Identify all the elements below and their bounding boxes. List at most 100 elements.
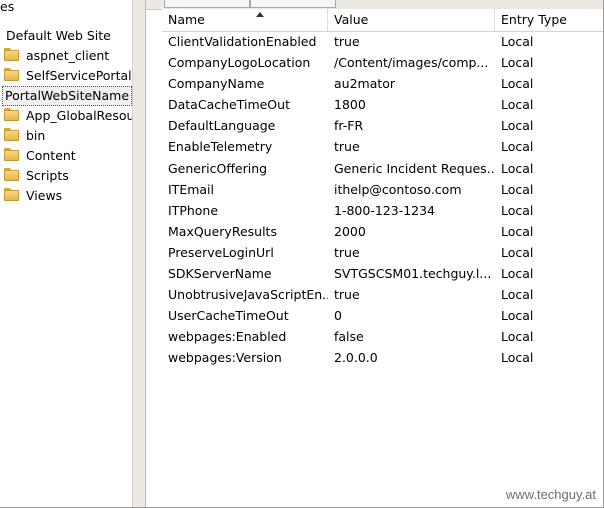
tree-item-aspnet-client[interactable]: aspnet_client <box>4 45 109 65</box>
setting-name-cell: SDKServerName <box>168 266 272 282</box>
setting-name-cell: DataCacheTimeOut <box>168 97 290 113</box>
setting-row[interactable]: ClientValidationEnabled true Local <box>162 31 604 52</box>
app-settings-list[interactable]: Name Value Entry Type ClientValidationEn… <box>146 0 604 508</box>
setting-entry-type-cell: Local <box>501 160 534 176</box>
setting-value-cell: false <box>334 329 364 345</box>
setting-row[interactable]: UnobtrusiveJavaScriptEn... true Local <box>162 284 604 305</box>
tree-item-default-web-site[interactable]: Default Web Site <box>6 25 111 45</box>
setting-value-cell: 1-800-123-1234 <box>334 202 436 218</box>
setting-entry-type-cell: Local <box>501 118 534 134</box>
setting-name-cell: DefaultLanguage <box>168 118 276 134</box>
setting-entry-type-cell: Local <box>501 350 534 366</box>
setting-entry-type-cell: Local <box>501 266 534 282</box>
setting-row[interactable]: PreserveLoginUrl true Local <box>162 242 604 263</box>
setting-row[interactable]: ITPhone 1-800-123-1234 Local <box>162 200 604 221</box>
column-header-entry-type[interactable]: Entry Type <box>495 9 604 31</box>
setting-value-cell: true <box>334 139 360 155</box>
setting-row[interactable]: CompanyLogoLocation/Content/images/comp.… <box>162 52 604 73</box>
setting-entry-type-cell: Local <box>501 287 534 303</box>
settings-rows: ClientValidationEnabled true Local CompanyL… <box>162 31 604 369</box>
setting-entry-type-cell: Local <box>501 181 534 197</box>
tree-item-label: App_GlobalResour <box>26 107 132 123</box>
tree-item-scripts[interactable]: Scripts <box>4 165 69 185</box>
setting-entry-type-cell: Local <box>501 139 534 155</box>
setting-value-cell: /Content/images/comp... <box>334 55 489 71</box>
folder-icon <box>4 148 20 161</box>
tree-item-portalwebsitename-selected[interactable]: PortalWebSiteName <box>2 86 132 106</box>
setting-value-cell: 2.0.0.0 <box>334 350 378 366</box>
setting-row[interactable]: GenericOffering Generic Incident Reques..… <box>162 158 604 179</box>
tree-item-label: Content <box>26 147 76 163</box>
setting-entry-type-cell: Local <box>501 329 534 345</box>
setting-name-cell: CompanyName <box>168 76 265 92</box>
setting-name-cell: webpages:Version <box>168 350 282 366</box>
setting-value-cell: true <box>334 287 360 303</box>
column-header-label: Name <box>168 12 205 27</box>
setting-value-cell: true <box>334 244 360 260</box>
tree-item-label: SelfServicePortal <box>26 67 132 83</box>
setting-name-cell: ITEmail <box>168 181 215 197</box>
setting-entry-type-cell: Local <box>501 202 534 218</box>
setting-entry-type-cell: Local <box>501 97 534 113</box>
column-header-label: Entry Type <box>501 12 567 27</box>
folder-icon <box>4 108 20 121</box>
site-tree[interactable]: es Default Web Site aspnet_client SelfSe… <box>0 0 132 508</box>
setting-row[interactable]: EnableTelemetry true Local <box>162 136 604 157</box>
column-header-value[interactable]: Value <box>328 9 495 31</box>
watermark-text: www.techguy.at <box>505 487 596 502</box>
setting-entry-type-cell: Local <box>501 76 534 92</box>
setting-row[interactable]: SDKServerName SVTGSCSM01.techguy.l... Loca… <box>162 263 604 284</box>
column-header-name[interactable]: Name <box>162 9 328 31</box>
setting-name-cell: PreserveLoginUrl <box>168 244 274 260</box>
setting-name-cell: UserCacheTimeOut <box>168 308 289 324</box>
setting-value-cell: 0 <box>334 308 342 324</box>
setting-name-cell: ITPhone <box>168 202 219 218</box>
setting-row[interactable]: ITEmail ithelp@contoso.com Local <box>162 179 604 200</box>
tree-item-views[interactable]: Views <box>4 185 62 205</box>
setting-name-cell: EnableTelemetry <box>168 139 273 155</box>
setting-entry-type-cell: Local <box>501 55 534 71</box>
setting-entry-type-cell: Local <box>501 223 534 239</box>
tree-item-label: Scripts <box>26 167 69 183</box>
setting-value-cell: 2000 <box>334 223 366 239</box>
setting-value-cell: ithelp@contoso.com <box>334 181 462 197</box>
folder-icon <box>4 68 20 81</box>
setting-row[interactable]: MaxQueryResults 2000 Local <box>162 221 604 242</box>
tab-fragment[interactable] <box>250 0 336 8</box>
setting-row[interactable]: webpages:Version 2.0.0.0 Local <box>162 347 604 368</box>
setting-row[interactable]: DataCacheTimeOut 1800 Local <box>162 94 604 115</box>
setting-value-cell: au2mator <box>334 76 396 92</box>
tree-item-content[interactable]: Content <box>4 145 76 165</box>
setting-name-cell: GenericOffering <box>168 160 268 176</box>
tree-item-label: bin <box>26 127 46 143</box>
tree-item-label: Views <box>26 187 63 203</box>
setting-entry-type-cell: Local <box>501 34 534 49</box>
setting-name-cell: webpages:Enabled <box>168 329 287 345</box>
tab-fragment[interactable] <box>164 0 250 8</box>
tree-root-label-fragment[interactable]: es <box>0 0 14 17</box>
setting-value-cell: true <box>334 34 360 49</box>
setting-name-cell: UnobtrusiveJavaScriptEn... <box>168 287 328 303</box>
setting-entry-type-cell: Local <box>501 244 534 260</box>
setting-entry-type-cell: Local <box>501 308 534 324</box>
setting-row[interactable]: CompanyName au2mator Local <box>162 73 604 94</box>
column-header-label: Value <box>334 12 369 27</box>
setting-name-cell: MaxQueryResults <box>168 223 277 239</box>
panel-splitter[interactable] <box>132 0 146 508</box>
setting-value-cell: SVTGSCSM01.techguy.l... <box>334 266 492 282</box>
setting-name-cell: ClientValidationEnabled <box>168 34 317 49</box>
tree-item-label: Default Web Site <box>6 27 111 43</box>
tree-item-bin[interactable]: bin <box>4 125 45 145</box>
setting-row[interactable]: webpages:Enabled false Local <box>162 326 604 347</box>
setting-row[interactable]: DefaultLanguage fr-FR Local <box>162 115 604 136</box>
tree-item-app-globalresources[interactable]: App_GlobalResour <box>4 105 132 125</box>
list-header: Name Value Entry Type <box>162 9 604 32</box>
tree-item-label: PortalWebSiteName <box>5 88 130 103</box>
setting-value-cell: fr-FR <box>334 118 364 134</box>
tree-item-selfserviceportal[interactable]: SelfServicePortal <box>4 65 132 85</box>
tree-item-label: aspnet_client <box>26 47 110 63</box>
setting-row[interactable]: UserCacheTimeOut 0 Local <box>162 305 604 326</box>
setting-name-cell: CompanyLogoLocation <box>168 55 311 71</box>
folder-icon <box>4 128 20 141</box>
folder-icon <box>4 48 20 61</box>
